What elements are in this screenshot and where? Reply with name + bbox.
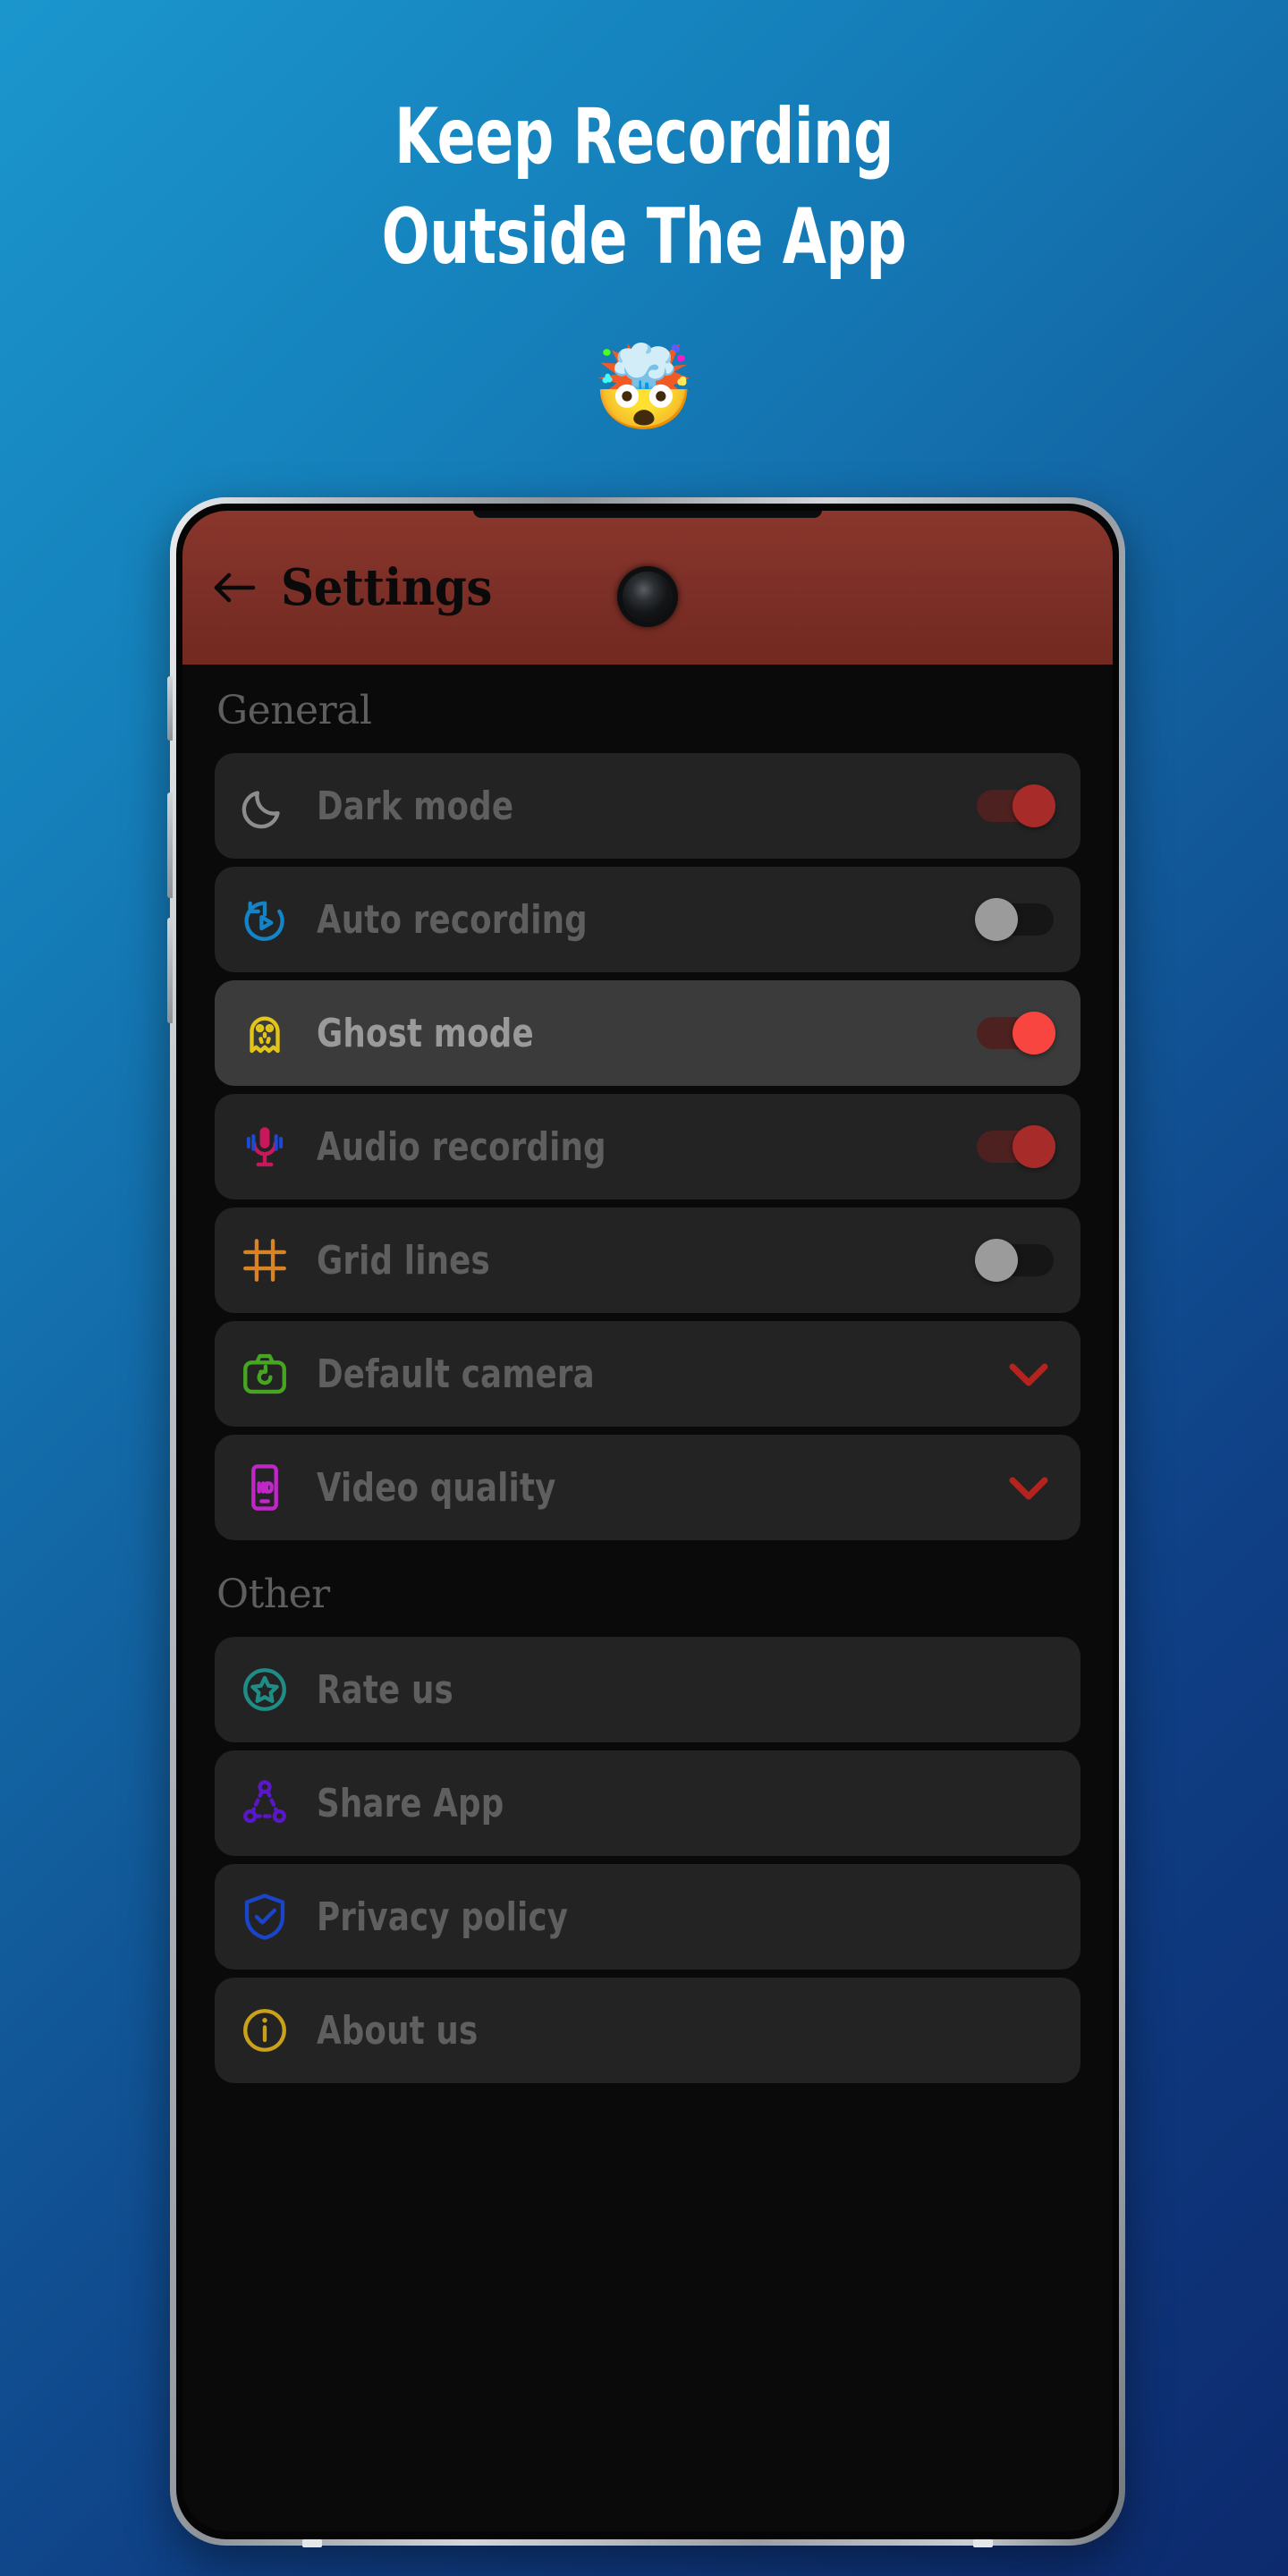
share-nodes-icon	[238, 1776, 292, 1830]
settings-row-ghost-mode[interactable]: Ghost mode	[215, 980, 1080, 1086]
settings-row-default-camera[interactable]: Default camera	[215, 1321, 1080, 1427]
shield-check-icon	[238, 1890, 292, 1944]
chevron-down-icon[interactable]	[1004, 1470, 1054, 1505]
front-camera-icon	[623, 572, 673, 622]
toggle-audio-recording[interactable]	[977, 1125, 1055, 1168]
promo-headline: Keep Recording Outside The App	[116, 98, 1173, 275]
headline-line-2: Outside The App	[381, 192, 907, 282]
moon-icon	[238, 779, 292, 833]
settings-row-audio-recording[interactable]: Audio recording	[215, 1094, 1080, 1199]
phone-volume-down-button	[167, 918, 173, 1023]
settings-row-label: Ghost mode	[317, 1010, 534, 1056]
settings-row-control	[975, 898, 1054, 941]
settings-row-about-us[interactable]: About us	[215, 1978, 1080, 2083]
grid-lines-icon	[238, 1233, 292, 1287]
settings-row-control	[975, 1239, 1054, 1282]
settings-row-label: Dark mode	[317, 783, 514, 829]
settings-row-video-quality[interactable]: Video quality	[215, 1435, 1080, 1540]
settings-row-control	[977, 784, 1055, 827]
auto-record-icon	[238, 893, 292, 946]
settings-row-label: Privacy policy	[317, 1894, 569, 1940]
settings-row-label: Audio recording	[317, 1123, 606, 1170]
settings-row-control	[1004, 1470, 1054, 1505]
toggle-auto-recording[interactable]	[975, 898, 1054, 941]
settings-row-auto-recording[interactable]: Auto recording	[215, 867, 1080, 972]
page-title: Settings	[281, 558, 492, 617]
section-header-general: General	[216, 688, 372, 733]
video-quality-icon	[238, 1461, 292, 1514]
microphone-icon	[238, 1120, 292, 1174]
settings-row-label: Video quality	[317, 1464, 556, 1511]
phone-volume-up-button	[167, 792, 173, 898]
toggle-ghost-mode[interactable]	[977, 1012, 1055, 1055]
settings-row-label: Rate us	[317, 1666, 453, 1713]
ghost-icon	[238, 1006, 292, 1060]
exploding-head-emoji: 🤯	[592, 343, 696, 434]
camera-icon	[238, 1347, 292, 1401]
settings-row-label: Default camera	[317, 1351, 595, 1397]
phone-frame-seam-left	[302, 2539, 322, 2547]
earpiece-slot	[473, 511, 822, 518]
phone-screen: Settings General Dark mode Auto recording G…	[182, 511, 1113, 2531]
star-circle-icon	[238, 1663, 292, 1716]
settings-row-control	[1004, 1356, 1054, 1392]
settings-row-label: Grid lines	[317, 1237, 490, 1284]
bottom-nav-spacer	[182, 2091, 1113, 2234]
phone-mockup: Settings General Dark mode Auto recording G…	[167, 497, 1125, 2547]
settings-row-control	[977, 1125, 1055, 1168]
phone-side-button-bixby	[167, 676, 173, 741]
settings-row-label: Share App	[317, 1780, 504, 1826]
settings-row-dark-mode[interactable]: Dark mode	[215, 753, 1080, 859]
chevron-down-icon[interactable]	[1004, 1356, 1054, 1392]
settings-row-share-app[interactable]: Share App	[215, 1750, 1080, 1856]
info-circle-icon	[238, 2004, 292, 2057]
back-arrow-icon[interactable]	[211, 564, 259, 612]
headline-line-1: Keep Recording	[394, 92, 894, 182]
settings-list[interactable]: General Dark mode Auto recording Ghost mode…	[182, 665, 1113, 2531]
settings-row-label: Auto recording	[317, 896, 588, 943]
settings-row-rate-us[interactable]: Rate us	[215, 1637, 1080, 1742]
toggle-grid-lines[interactable]	[975, 1239, 1054, 1282]
phone-bezel: Settings General Dark mode Auto recording G…	[176, 504, 1119, 2539]
section-header-other: Other	[216, 1572, 330, 1617]
toggle-dark-mode[interactable]	[977, 784, 1055, 827]
settings-row-label: About us	[317, 2007, 479, 2054]
phone-frame-seam-right	[973, 2539, 993, 2547]
settings-row-control	[977, 1012, 1055, 1055]
settings-row-privacy-policy[interactable]: Privacy policy	[215, 1864, 1080, 1970]
settings-row-grid-lines[interactable]: Grid lines	[215, 1208, 1080, 1313]
